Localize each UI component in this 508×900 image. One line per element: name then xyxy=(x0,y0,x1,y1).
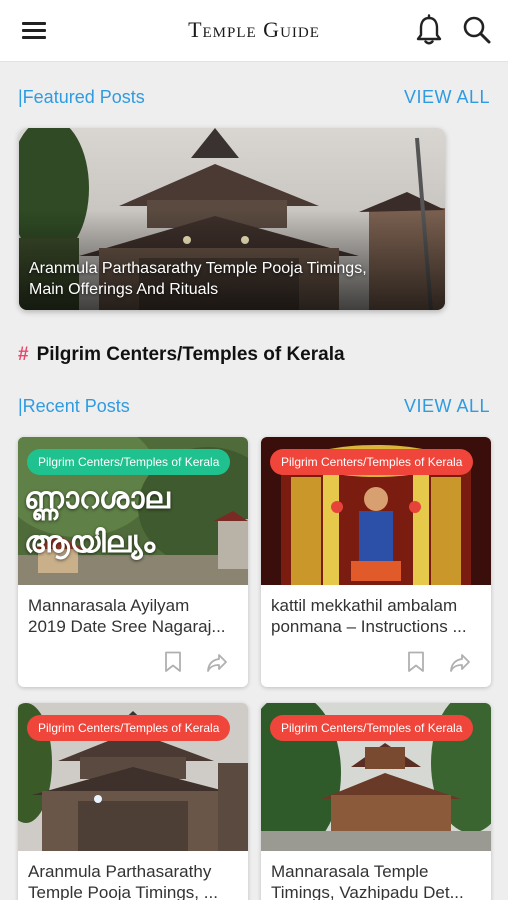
recent-posts-label: |Recent Posts xyxy=(18,396,130,416)
category-badge[interactable]: Pilgrim Centers/Temples of Kerala xyxy=(27,449,231,475)
bookmark-icon[interactable] xyxy=(164,651,182,673)
post-title-line-2: Timings, Vazhipadu Det... xyxy=(271,883,464,900)
post-title-line-2: Temple Pooja Timings, ... xyxy=(28,883,218,900)
post-title: kattil mekkathil ambalam ponmana – Instr… xyxy=(261,585,491,641)
category-badge[interactable]: Pilgrim Centers/Temples of Kerala xyxy=(27,715,231,741)
featured-posts-header: |Featured Posts VIEW ALL xyxy=(0,87,508,111)
category-badge[interactable]: Pilgrim Centers/Temples of Kerala xyxy=(270,449,474,475)
bell-icon[interactable] xyxy=(414,14,444,46)
post-title: Mannarasala Ayilyam 2019 Date Sree Nagar… xyxy=(18,585,248,641)
post-card[interactable]: Pilgrim Centers/Temples of Kerala kattil… xyxy=(261,437,491,687)
post-title-line-1: Aranmula Parthasarathy xyxy=(28,862,212,881)
featured-posts-label: |Featured Posts xyxy=(18,87,145,107)
hash-symbol: # xyxy=(18,344,29,365)
top-app-bar: Temple Guide xyxy=(0,0,508,62)
post-title-line-1: Mannarasala Ayilyam xyxy=(28,596,190,615)
featured-view-all-link[interactable]: VIEW ALL xyxy=(404,87,490,108)
post-thumbnail: ണ്ണാറശാല ആയില്യം Pilgrim Centers/Temples… xyxy=(18,437,248,585)
post-card[interactable]: Pilgrim Centers/Temples of Kerala Mannar… xyxy=(261,703,491,900)
recent-posts-header: |Recent Posts VIEW ALL xyxy=(0,396,508,420)
category-heading: # Pilgrim Centers/Temples of Kerala xyxy=(18,344,345,366)
post-card[interactable]: ണ്ണാറശാല ആയില്യം Pilgrim Centers/Temples… xyxy=(18,437,248,687)
search-icon[interactable] xyxy=(461,14,493,46)
bookmark-icon[interactable] xyxy=(407,651,425,673)
share-icon[interactable] xyxy=(206,653,228,673)
post-image-text: ണ്ണാറശാല ആയില്യം xyxy=(24,482,170,559)
post-card[interactable]: Pilgrim Centers/Temples of Kerala Aranmu… xyxy=(18,703,248,900)
post-title-line-2: ponmana – Instructions ... xyxy=(271,617,467,636)
share-icon[interactable] xyxy=(449,653,471,673)
category-name: Pilgrim Centers/Temples of Kerala xyxy=(36,344,345,365)
post-title: Aranmula Parthasarathy Temple Pooja Timi… xyxy=(18,851,248,900)
post-title-line-1: Mannarasala Temple xyxy=(271,862,429,881)
post-title-line-2: 2019 Date Sree Nagaraj... xyxy=(28,617,226,636)
app-screen: Temple Guide |Featured Posts VIEW ALL Ar… xyxy=(0,0,508,900)
post-actions xyxy=(407,651,477,673)
post-title: Mannarasala Temple Timings, Vazhipadu De… xyxy=(261,851,491,900)
post-actions xyxy=(164,651,234,673)
post-title-line-1: kattil mekkathil ambalam xyxy=(271,596,458,615)
post-thumbnail: Pilgrim Centers/Temples of Kerala xyxy=(261,703,491,851)
post-thumbnail: Pilgrim Centers/Temples of Kerala xyxy=(261,437,491,585)
recent-view-all-link[interactable]: VIEW ALL xyxy=(404,396,490,417)
post-thumbnail: Pilgrim Centers/Temples of Kerala xyxy=(18,703,248,851)
category-badge[interactable]: Pilgrim Centers/Temples of Kerala xyxy=(270,715,474,741)
featured-post-title: Aranmula Parthasarathy Temple Pooja Timi… xyxy=(29,260,367,298)
featured-post-card[interactable]: Aranmula Parthasarathy Temple Pooja Timi… xyxy=(19,128,445,310)
